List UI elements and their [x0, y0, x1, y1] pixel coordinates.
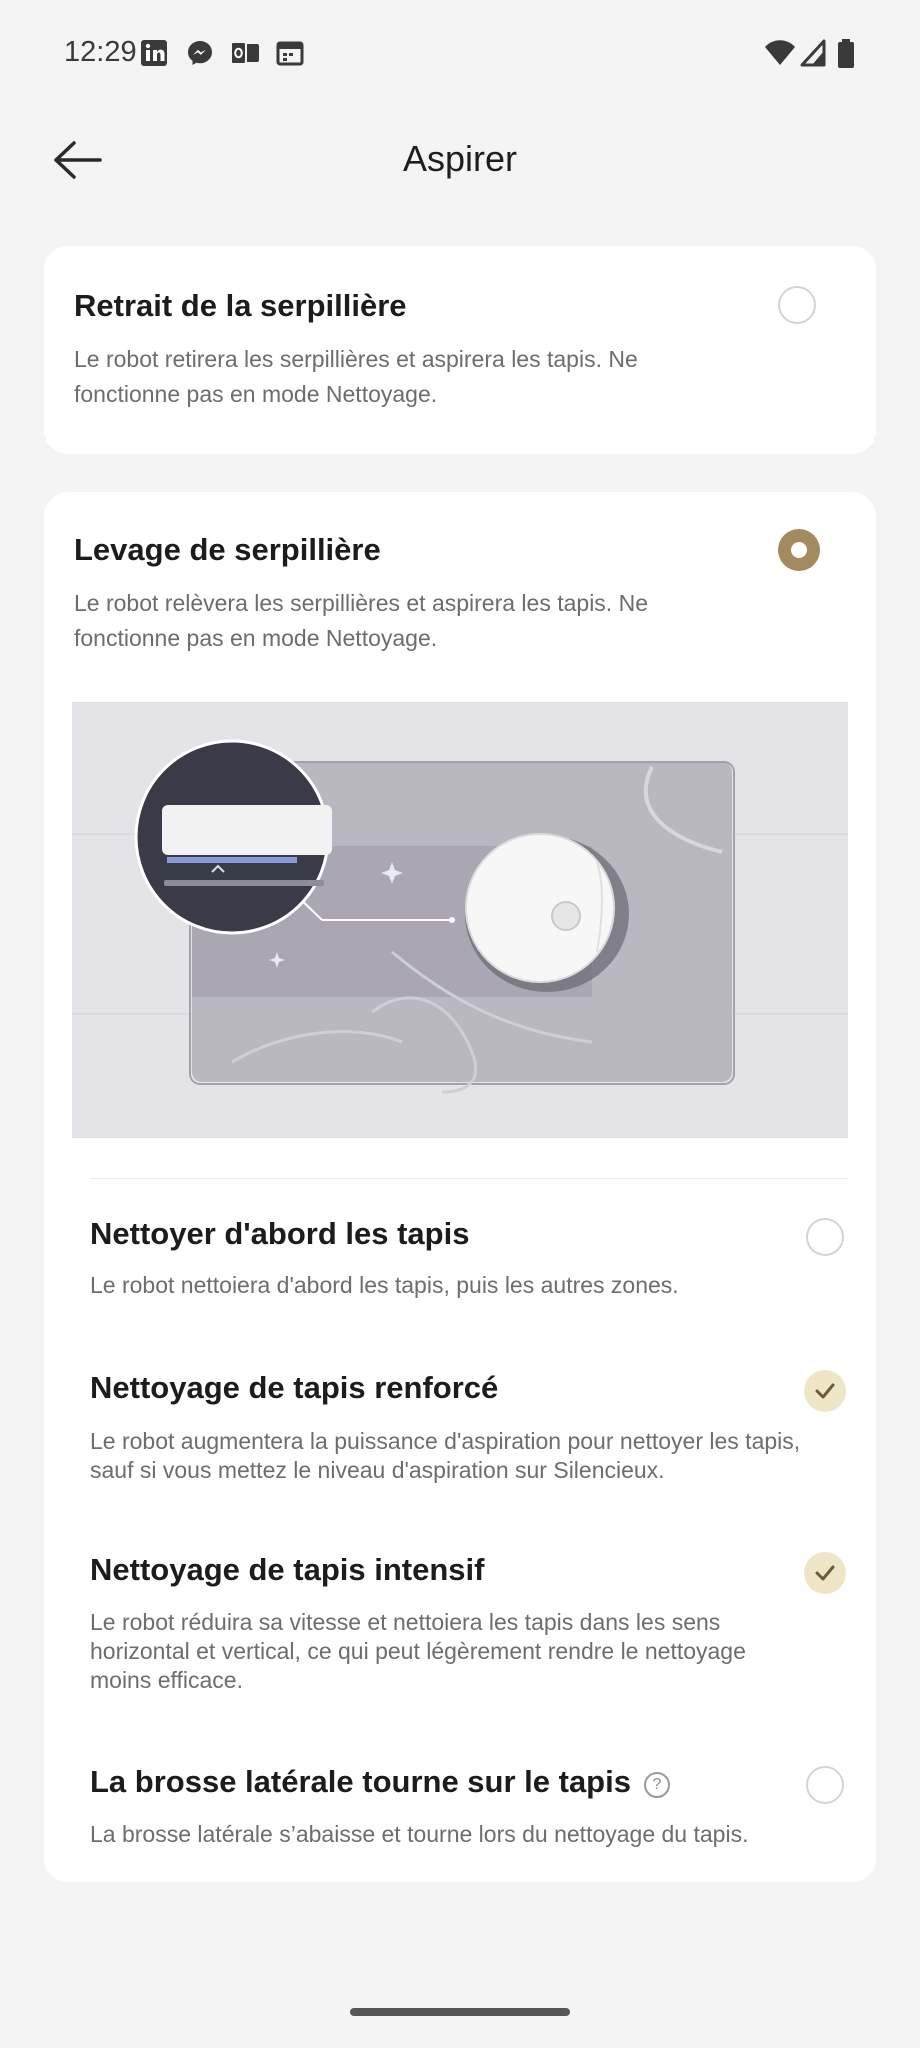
option-description: Le robot retirera les serpillières et as…	[74, 346, 638, 407]
mop-lift-illustration	[72, 702, 848, 1138]
sub-option-description: La brosse latérale s’abaisse et tourne l…	[90, 1821, 749, 1847]
option-title: Levage de serpillière	[74, 532, 381, 567]
sub-option-description: Le robot nettoiera d'abord les tapis, pu…	[90, 1272, 679, 1298]
top-app-bar: Aspirer	[0, 110, 920, 210]
status-bar: 12:29	[0, 0, 920, 100]
sub-option-title: Nettoyage de tapis intensif	[90, 1552, 485, 1587]
page-title: Aspirer	[402, 138, 518, 179]
sub-option-title: La brosse latérale tourne sur le tapis	[90, 1764, 631, 1799]
option-title: Retrait de la serpillière	[74, 288, 407, 323]
question-circle-icon[interactable]: ?	[644, 1772, 670, 1798]
sub-option-description: Le robot augmentera la puissance d'aspir…	[90, 1428, 801, 1483]
checkbox-carpet-boost-checked[interactable]	[804, 1370, 846, 1412]
checkbox-carpet-intensive-checked[interactable]	[804, 1552, 846, 1594]
checkbox-side-brush[interactable]	[806, 1766, 844, 1804]
option-card-mop-removal[interactable]: Retrait de la serpillière Le robot retir…	[44, 246, 876, 454]
robot-on-carpet-image	[72, 739, 848, 1094]
option-card-mop-lift[interactable]: Levage de serpillière Le robot relèvera …	[44, 492, 876, 1882]
home-indicator[interactable]	[350, 2008, 570, 2016]
sub-option-description: Le robot réduira sa vitesse et nettoiera…	[90, 1609, 746, 1693]
sub-option-title: Nettoyer d'abord les tapis	[90, 1216, 470, 1251]
status-time: 12:29	[64, 36, 137, 68]
option-description: Le robot relèvera les serpillières et as…	[74, 590, 648, 651]
calendar-icon	[276, 41, 304, 66]
battery-icon	[838, 39, 854, 68]
radio-mop-lift-selected[interactable]	[778, 529, 820, 571]
linkedin-icon	[141, 40, 167, 66]
checkmark-icon	[815, 1565, 835, 1581]
outlook-icon	[230, 41, 259, 65]
radio-mop-removal[interactable]	[778, 286, 816, 324]
checkbox-carpet-first[interactable]	[806, 1218, 844, 1256]
wifi-icon	[765, 40, 795, 65]
section-divider	[90, 1178, 848, 1179]
checkmark-icon	[815, 1383, 835, 1399]
sub-option-title: Nettoyage de tapis renforcé	[90, 1370, 499, 1405]
signal-icon	[800, 39, 826, 67]
messenger-icon	[188, 41, 212, 65]
